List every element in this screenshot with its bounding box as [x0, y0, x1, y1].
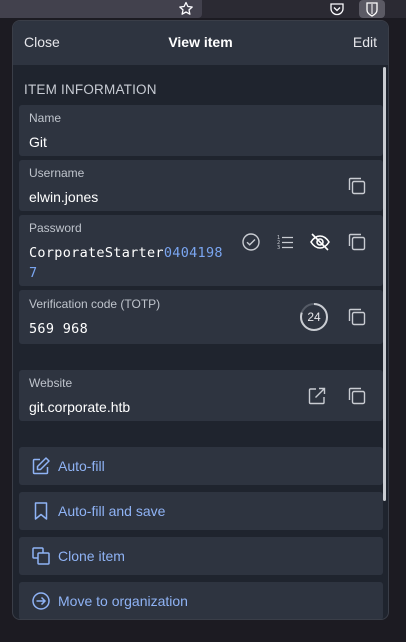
clone-icon — [32, 547, 50, 565]
website-field-card: Website git.corporate.htb — [19, 370, 383, 421]
svg-text:3: 3 — [277, 245, 280, 251]
scrollbar[interactable] — [383, 67, 386, 501]
pocket-icon[interactable] — [326, 0, 348, 18]
password-text: CorporateStarter — [29, 245, 164, 261]
copy-username-icon[interactable] — [346, 175, 368, 197]
star-icon[interactable] — [175, 0, 197, 18]
bitwarden-popup: Close View item Edit ITEM INFORMATION Na… — [12, 20, 389, 620]
password-label: Password — [29, 221, 82, 235]
check-password-icon[interactable] — [240, 231, 262, 253]
name-field-card: Name Git — [19, 105, 383, 156]
password-digits-wrap: 7 — [29, 265, 38, 281]
website-value: git.corporate.htb — [29, 399, 131, 415]
popup-header: Close View item Edit — [13, 21, 388, 65]
autofill-button[interactable]: Auto-fill — [19, 447, 383, 485]
toggle-visibility-eye-slash-icon[interactable] — [309, 231, 331, 253]
copy-website-icon[interactable] — [346, 385, 368, 407]
username-field-card: Username elwin.jones — [19, 160, 383, 211]
password-digits: 0404198 — [163, 245, 223, 261]
bookmark-icon — [34, 502, 48, 520]
website-label: Website — [29, 376, 73, 390]
item-details: ITEM INFORMATION Name Git Username elwin… — [13, 65, 385, 619]
autofill-and-save-button[interactable]: Auto-fill and save — [19, 492, 383, 530]
copy-password-icon[interactable] — [346, 231, 368, 253]
autofill-and-save-label: Auto-fill and save — [58, 503, 166, 519]
launch-website-icon[interactable] — [306, 385, 328, 407]
totp-countdown-number: 24 — [307, 310, 321, 324]
password-value: CorporateStarter0404198 7 — [29, 243, 229, 283]
edit-icon — [32, 457, 50, 475]
page-title: View item — [168, 34, 233, 50]
edit-button[interactable]: Edit — [353, 34, 377, 50]
totp-countdown: 24 — [299, 302, 329, 332]
autofill-label: Auto-fill — [58, 458, 105, 474]
name-label: Name — [29, 111, 62, 125]
clone-item-label: Clone item — [58, 548, 125, 564]
password-history-list-icon[interactable]: 123 — [274, 231, 296, 253]
move-to-organization-label: Move to organization — [58, 593, 188, 609]
totp-field-card: Verification code (TOTP) 569 968 24 — [19, 290, 383, 344]
bitwarden-extension-icon[interactable] — [359, 0, 385, 18]
arrow-circle-right-icon — [32, 592, 50, 610]
clone-item-button[interactable]: Clone item — [19, 537, 383, 575]
totp-label: Verification code (TOTP) — [29, 297, 161, 311]
browser-toolbar — [0, 0, 406, 18]
copy-totp-icon[interactable] — [346, 306, 368, 328]
username-value: elwin.jones — [29, 189, 99, 205]
move-to-organization-button[interactable]: Move to organization — [19, 582, 383, 619]
url-bar[interactable] — [0, 0, 202, 18]
section-title: ITEM INFORMATION — [24, 82, 157, 97]
password-field-card: Password CorporateStarter0404198 7 123 — [19, 215, 383, 286]
name-value: Git — [29, 134, 47, 150]
username-label: Username — [29, 166, 85, 180]
totp-value: 569 968 — [29, 321, 88, 337]
